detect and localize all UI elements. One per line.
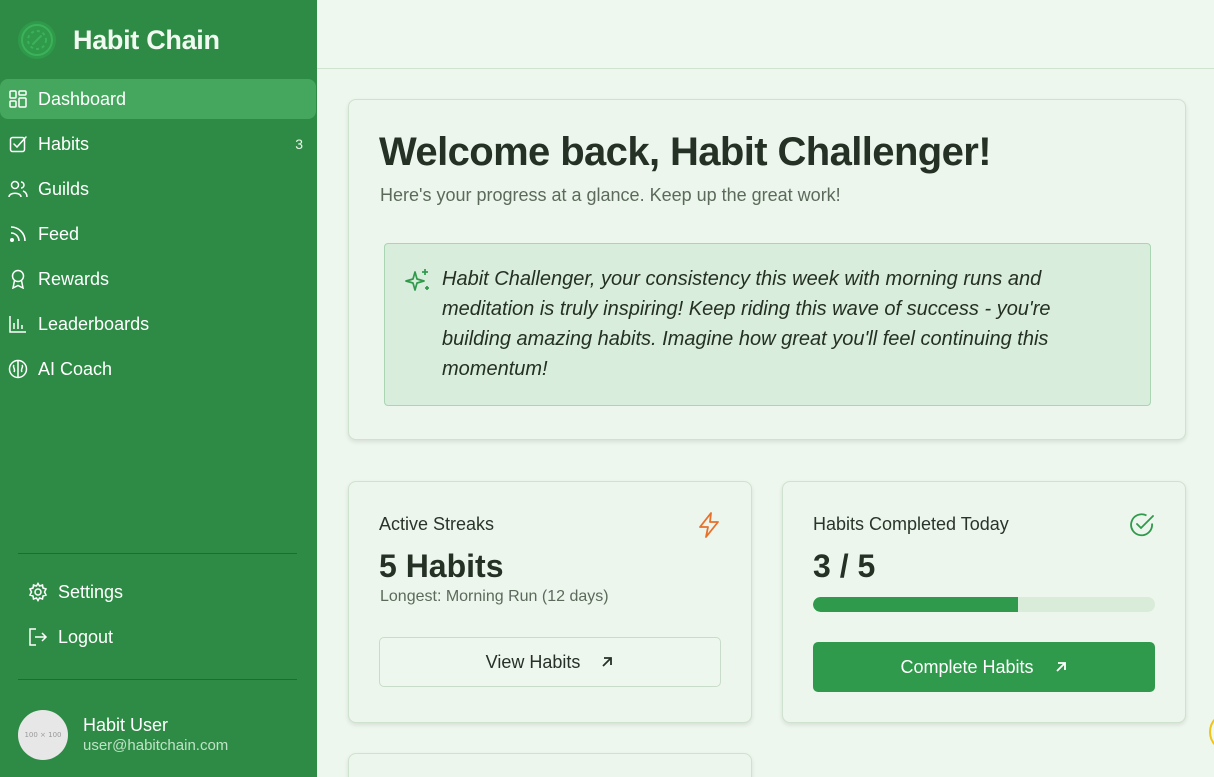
arrow-up-right-icon [1054,660,1068,674]
progress-fill [813,597,1019,612]
sidebar-item-label: Rewards [38,268,110,289]
welcome-card: Welcome back, Habit Challenger! Here's y… [348,99,1186,440]
settings-button[interactable]: Settings [28,572,288,612]
active-streaks-card: Active Streaks 5 Habits Longest: Morning… [348,481,752,723]
completed-value: 3 / 5 [813,548,876,584]
logout-label: Logout [58,626,114,647]
rss-icon [8,224,28,244]
user-name: Habit User [83,715,169,735]
brand[interactable]: Habit Chain [18,20,220,60]
app-title: Habit Chain [73,24,220,55]
sidebar-item-label: Guilds [38,178,90,199]
sidebar-item-ai-coach[interactable]: AI Coach [0,349,316,389]
gear-icon [28,582,48,602]
award-icon [8,269,28,289]
view-habits-label: View Habits [485,651,581,672]
avatar: 100 × 100 [18,710,68,760]
sidebar-item-label: Habits [38,133,90,154]
user-info: Habit User user@habitchain.com [83,714,228,756]
sidebar-item-habits[interactable]: Habits 3 [0,124,316,164]
settings-label: Settings [58,581,124,602]
completion-progress-bar [813,597,1155,612]
sidebar-item-feed[interactable]: Feed [0,214,316,254]
sidebar-item-leaderboards[interactable]: Leaderboards [0,304,316,344]
ai-message-box: Habit Challenger, your consistency this … [384,243,1151,406]
users-icon [8,179,28,199]
sidebar-item-guilds[interactable]: Guilds [0,169,316,209]
logout-icon [28,627,48,647]
sidebar-item-label: Leaderboards [38,313,150,334]
habits-count-badge: 3 [295,136,303,152]
brain-icon [8,359,28,379]
sidebar-bottom-nav: Settings Logout [28,572,288,662]
user-profile[interactable]: 100 × 100 Habit User user@habitchain.com [18,710,228,760]
sparkles-icon [405,268,431,299]
bar-chart-icon [8,314,28,334]
sidebar-divider [18,553,297,554]
floating-action-button[interactable] [1209,712,1214,752]
habits-completed-card: Habits Completed Today 3 / 5 Complete Ha… [782,481,1186,723]
ai-message-text: Habit Challenger, your consistency this … [442,268,1051,380]
page-title: Welcome back, Habit Challenger! [379,130,992,174]
sidebar-item-rewards[interactable]: Rewards [0,259,316,299]
top-bar [317,0,1214,69]
sidebar-item-dashboard[interactable]: Dashboard [0,79,316,119]
sidebar-item-label: AI Coach [38,358,113,379]
longest-streak-text: Longest: Morning Run (12 days) [380,588,609,605]
page-subtitle: Here's your progress at a glance. Keep u… [380,185,841,205]
card-title: Active Streaks [379,514,495,534]
user-email: user@habitchain.com [83,737,229,754]
complete-habits-label: Complete Habits [900,656,1034,677]
lightning-icon [697,512,721,543]
sidebar-nav: Dashboard Habits 3 Guilds Feed Rewards L… [0,79,317,394]
checkbox-icon [8,134,28,154]
sidebar-divider [18,679,297,680]
view-habits-button[interactable]: View Habits [379,637,721,687]
card-title: Habits Completed Today [813,514,1009,534]
check-circle-icon [1129,512,1155,543]
logout-button[interactable]: Logout [28,617,288,657]
dashboard-icon [8,89,28,109]
next-card [348,753,752,777]
complete-habits-button[interactable]: Complete Habits [813,642,1155,692]
sidebar-item-label: Feed [38,223,80,244]
arrow-up-right-icon [600,655,614,669]
sidebar-item-label: Dashboard [38,88,127,109]
brand-logo-icon [18,21,56,59]
sidebar: Habit Chain Dashboard Habits 3 Guilds Fe… [0,0,317,777]
streaks-value: 5 Habits [379,548,504,584]
